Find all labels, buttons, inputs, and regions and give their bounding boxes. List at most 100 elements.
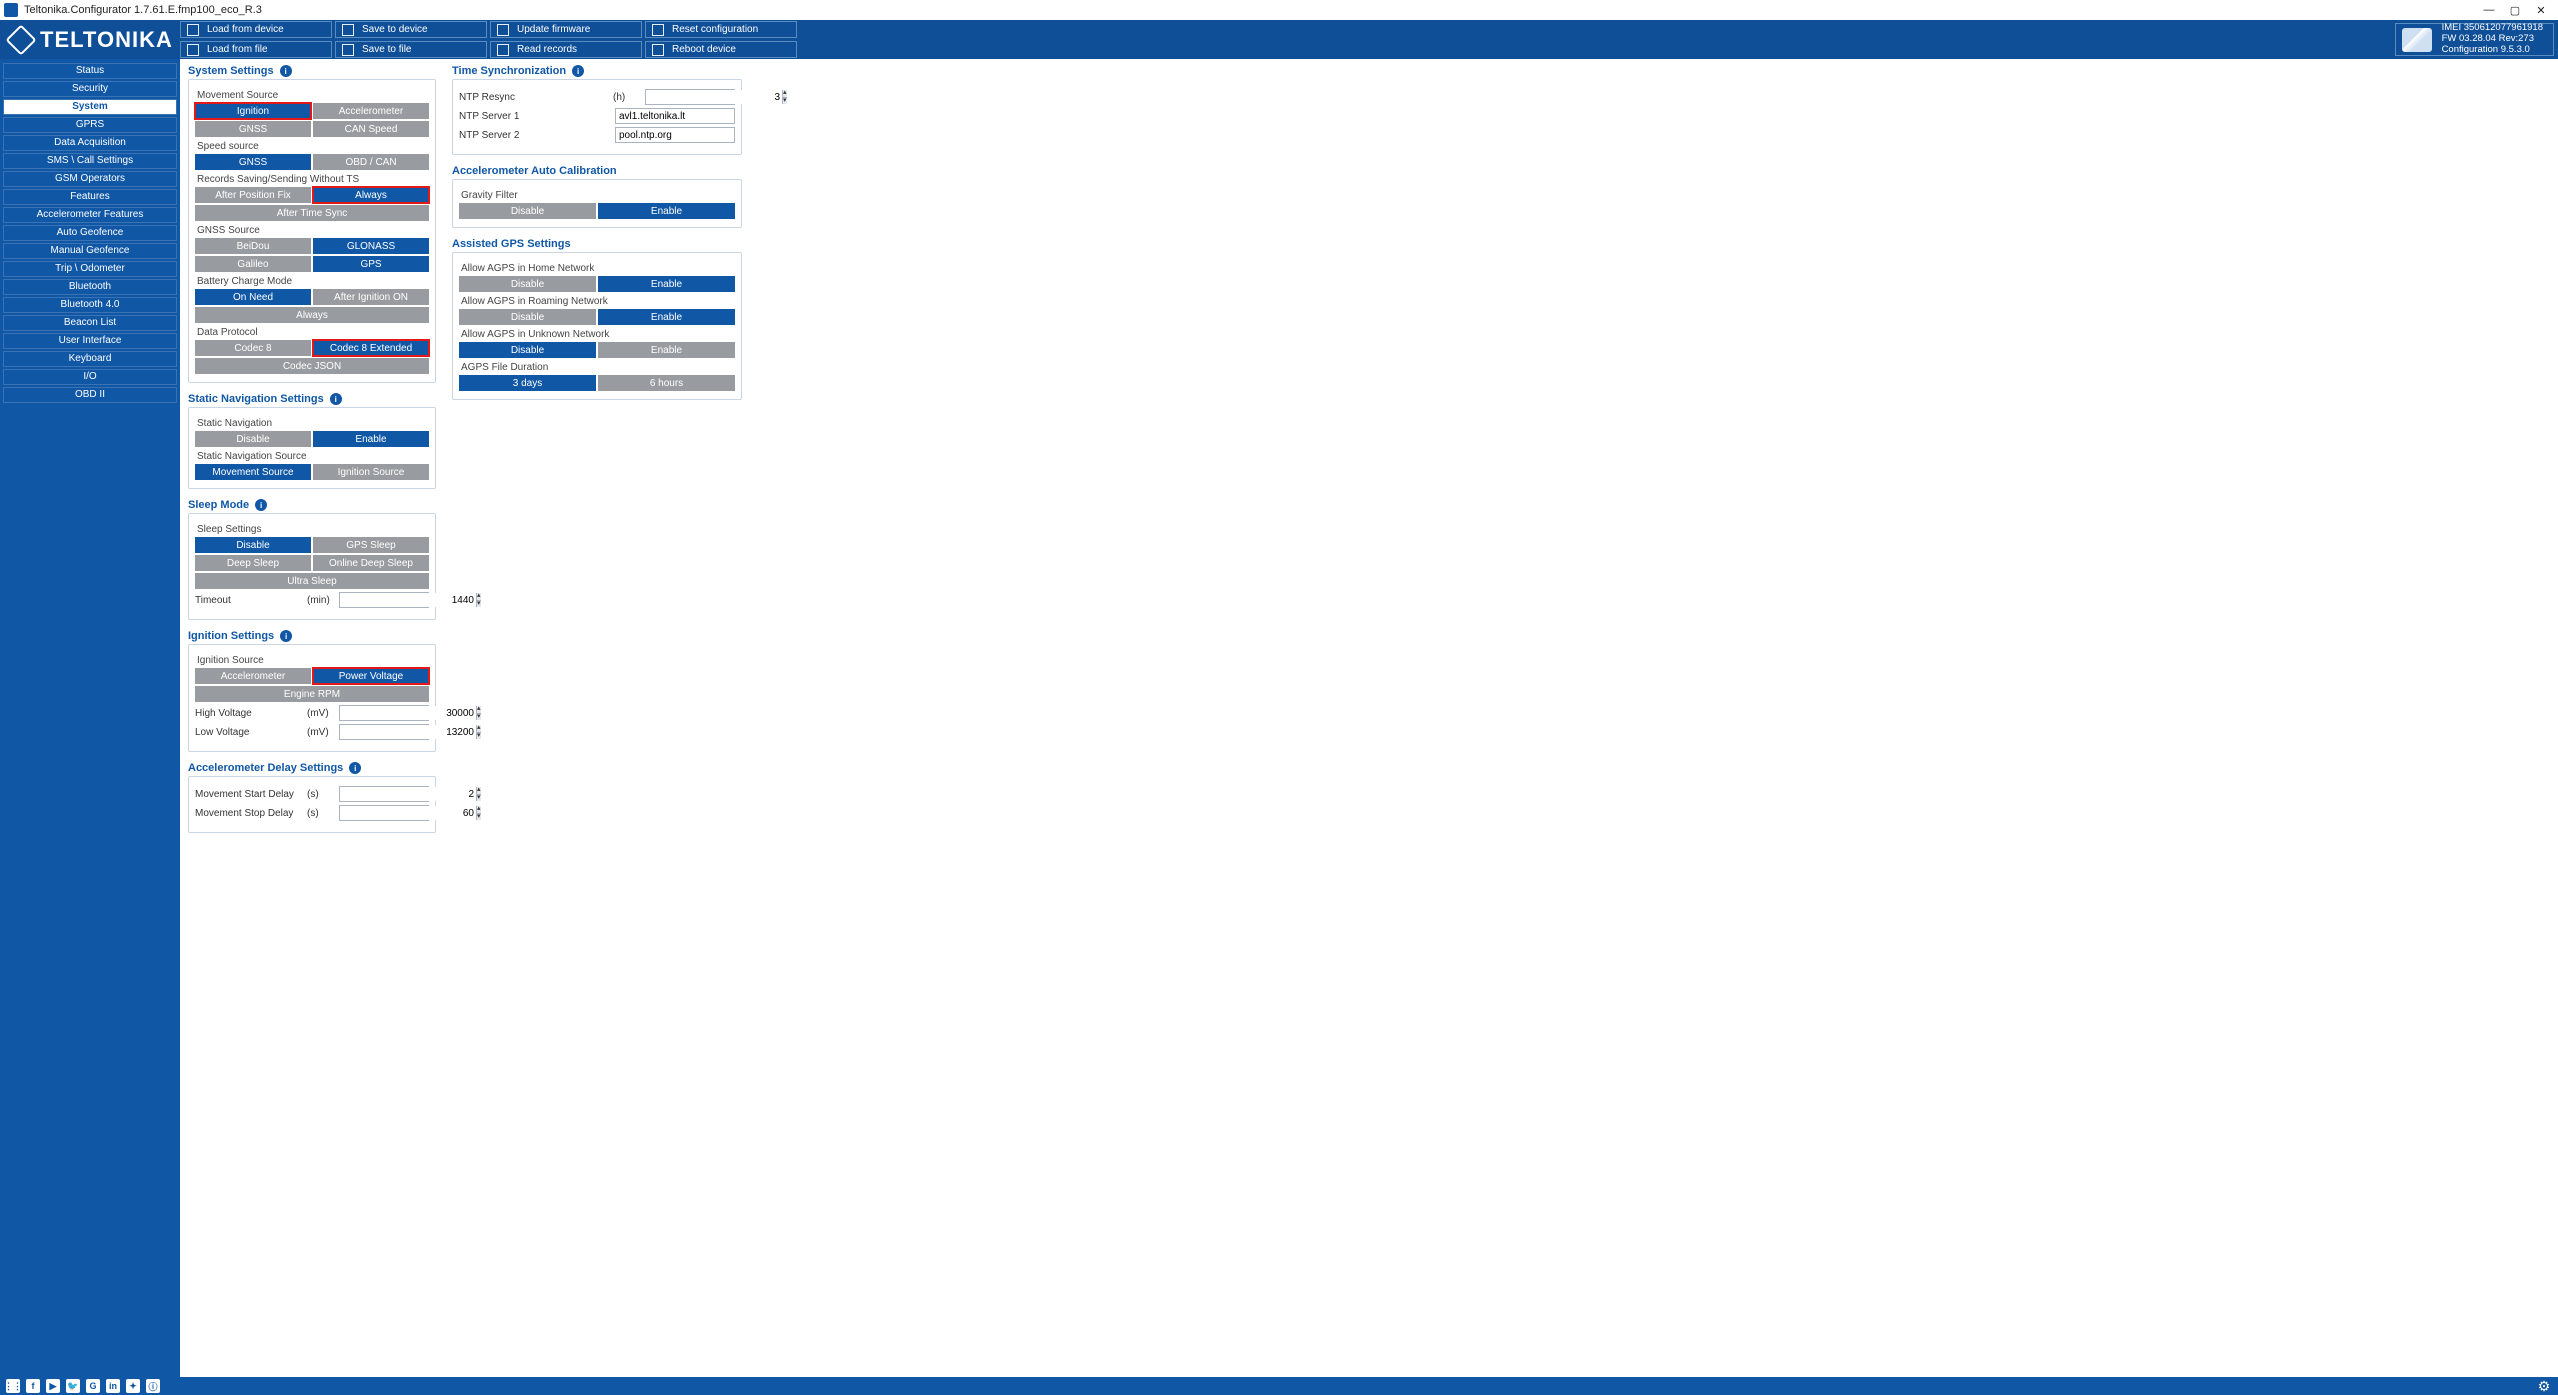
option-6-hours[interactable]: 6 hours (598, 375, 735, 391)
option-disable[interactable]: Disable (195, 537, 311, 553)
numeric-input[interactable] (340, 706, 476, 720)
window-minimize-button[interactable]: — (2476, 4, 2502, 16)
spin-down-icon[interactable]: ▾ (476, 600, 481, 607)
option-always[interactable]: Always (313, 187, 429, 203)
option-enable[interactable]: Enable (598, 309, 735, 325)
spin-up-icon[interactable]: ▴ (476, 706, 481, 713)
option-movement-source[interactable]: Movement Source (195, 464, 311, 480)
numeric-stepper[interactable]: ▴▾ (339, 805, 429, 821)
info-icon[interactable]: i (572, 65, 584, 77)
footer-social-icon[interactable]: ✦ (126, 1379, 140, 1393)
option-glonass[interactable]: GLONASS (313, 238, 429, 254)
sidebar-item-obd-ii[interactable]: OBD II (3, 387, 177, 403)
toolbar-read-records-button[interactable]: Read records (490, 41, 642, 58)
spin-up-icon[interactable]: ▴ (782, 90, 787, 97)
option-gnss[interactable]: GNSS (195, 121, 311, 137)
toolbar-save-to-device-button[interactable]: Save to device (335, 21, 487, 38)
option-online-deep-sleep[interactable]: Online Deep Sleep (313, 555, 429, 571)
text-input[interactable] (615, 108, 735, 124)
sidebar-item-features[interactable]: Features (3, 189, 177, 205)
footer-social-icon[interactable]: in (106, 1379, 120, 1393)
spin-up-icon[interactable]: ▴ (476, 787, 481, 794)
option-ignition-source[interactable]: Ignition Source (313, 464, 429, 480)
option-enable[interactable]: Enable (598, 276, 735, 292)
numeric-input[interactable] (340, 806, 476, 820)
option-gps[interactable]: GPS (313, 256, 429, 272)
toolbar-save-to-file-button[interactable]: Save to file (335, 41, 487, 58)
option-obd-can[interactable]: OBD / CAN (313, 154, 429, 170)
option-codec-8[interactable]: Codec 8 (195, 340, 311, 356)
info-icon[interactable]: i (255, 499, 267, 511)
sidebar-item-data-acquisition[interactable]: Data Acquisition (3, 135, 177, 151)
footer-social-icon[interactable]: ⓘ (146, 1379, 160, 1393)
option-after-time-sync[interactable]: After Time Sync (195, 205, 429, 221)
footer-social-icon[interactable]: ▶ (46, 1379, 60, 1393)
toolbar-load-from-device-button[interactable]: Load from device (180, 21, 332, 38)
numeric-stepper[interactable]: ▴▾ (339, 724, 429, 740)
sidebar-item-accelerometer-features[interactable]: Accelerometer Features (3, 207, 177, 223)
sidebar-item-system[interactable]: System (3, 99, 177, 115)
toolbar-reboot-device-button[interactable]: Reboot device (645, 41, 797, 58)
text-input[interactable] (615, 127, 735, 143)
option-accelerometer[interactable]: Accelerometer (313, 103, 429, 119)
spin-down-icon[interactable]: ▾ (476, 794, 481, 801)
option-engine-rpm[interactable]: Engine RPM (195, 686, 429, 702)
option-disable[interactable]: Disable (459, 309, 596, 325)
info-icon[interactable]: i (330, 393, 342, 405)
window-maximize-button[interactable]: ▢ (2502, 4, 2528, 17)
toolbar-reset-configuration-button[interactable]: Reset configuration (645, 21, 797, 38)
footer-social-icon[interactable]: f (26, 1379, 40, 1393)
window-close-button[interactable]: ✕ (2528, 4, 2554, 17)
sidebar-item-security[interactable]: Security (3, 81, 177, 97)
numeric-stepper[interactable]: ▴▾ (339, 592, 429, 608)
settings-gear-icon[interactable]: ⚙ (2536, 1378, 2552, 1394)
option-can-speed[interactable]: CAN Speed (313, 121, 429, 137)
sidebar-item-auto-geofence[interactable]: Auto Geofence (3, 225, 177, 241)
option-codec-8-extended[interactable]: Codec 8 Extended (313, 340, 429, 356)
sidebar-item-beacon-list[interactable]: Beacon List (3, 315, 177, 331)
footer-social-icon[interactable]: ⋮⋮ (6, 1379, 20, 1393)
sidebar-item-trip-odometer[interactable]: Trip \ Odometer (3, 261, 177, 277)
option-on-need[interactable]: On Need (195, 289, 311, 305)
info-icon[interactable]: i (349, 762, 361, 774)
spin-up-icon[interactable]: ▴ (476, 806, 481, 813)
spin-up-icon[interactable]: ▴ (476, 725, 481, 732)
option-enable[interactable]: Enable (313, 431, 429, 447)
numeric-stepper[interactable]: ▴▾ (339, 786, 429, 802)
numeric-stepper[interactable]: ▴▾ (339, 705, 429, 721)
option-galileo[interactable]: Galileo (195, 256, 311, 272)
numeric-input[interactable] (340, 725, 476, 739)
sidebar-item-gprs[interactable]: GPRS (3, 117, 177, 133)
sidebar-item-manual-geofence[interactable]: Manual Geofence (3, 243, 177, 259)
option-enable[interactable]: Enable (598, 203, 735, 219)
option-deep-sleep[interactable]: Deep Sleep (195, 555, 311, 571)
option-gnss[interactable]: GNSS (195, 154, 311, 170)
option-ultra-sleep[interactable]: Ultra Sleep (195, 573, 429, 589)
option-after-ignition-on[interactable]: After Ignition ON (313, 289, 429, 305)
toolbar-update-firmware-button[interactable]: Update firmware (490, 21, 642, 38)
numeric-input[interactable] (340, 787, 476, 801)
sidebar-item-keyboard[interactable]: Keyboard (3, 351, 177, 367)
option-codec-json[interactable]: Codec JSON (195, 358, 429, 374)
numeric-input[interactable] (646, 90, 782, 104)
spin-down-icon[interactable]: ▾ (782, 97, 787, 104)
option-disable[interactable]: Disable (459, 342, 596, 358)
option-3-days[interactable]: 3 days (459, 375, 596, 391)
footer-social-icon[interactable]: 🐦 (66, 1379, 80, 1393)
numeric-input[interactable] (340, 593, 476, 607)
option-disable[interactable]: Disable (459, 276, 596, 292)
spin-down-icon[interactable]: ▾ (476, 813, 481, 820)
option-power-voltage[interactable]: Power Voltage (313, 668, 429, 684)
spin-up-icon[interactable]: ▴ (476, 593, 481, 600)
option-after-position-fix[interactable]: After Position Fix (195, 187, 311, 203)
toolbar-load-from-file-button[interactable]: Load from file (180, 41, 332, 58)
info-icon[interactable]: i (280, 65, 292, 77)
footer-social-icon[interactable]: G (86, 1379, 100, 1393)
option-beidou[interactable]: BeiDou (195, 238, 311, 254)
spin-down-icon[interactable]: ▾ (476, 713, 481, 720)
sidebar-item-i-o[interactable]: I/O (3, 369, 177, 385)
option-always[interactable]: Always (195, 307, 429, 323)
option-disable[interactable]: Disable (195, 431, 311, 447)
sidebar-item-gsm-operators[interactable]: GSM Operators (3, 171, 177, 187)
option-accelerometer[interactable]: Accelerometer (195, 668, 311, 684)
